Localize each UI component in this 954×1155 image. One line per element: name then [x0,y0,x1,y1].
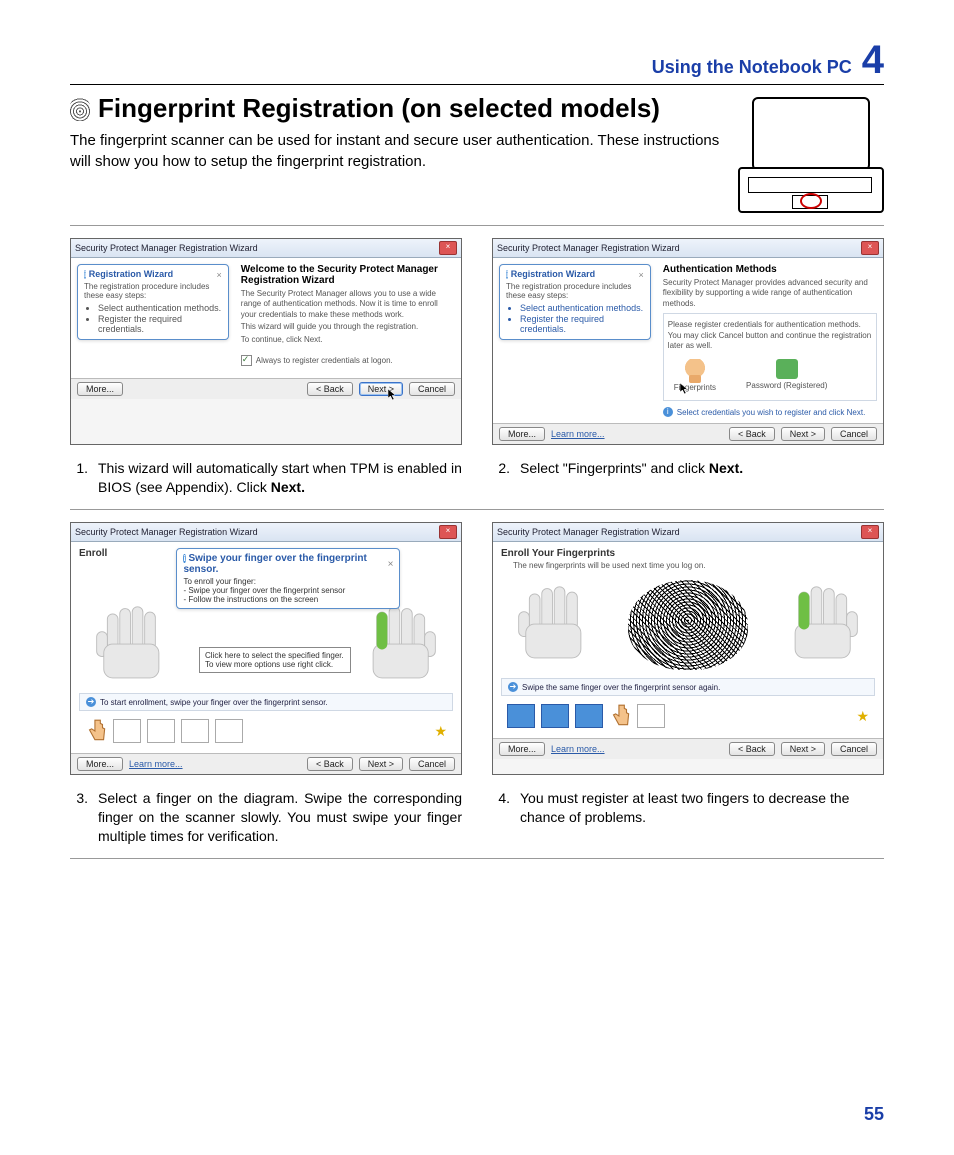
step-caption: 1. This wizard will automatically start … [70,459,462,497]
right-hand-diagram[interactable] [353,605,443,685]
finger-tooltip: Click here to select the specified finge… [199,647,351,673]
enroll-heading: Enroll [79,548,107,559]
learn-more-link[interactable]: Learn more... [551,744,605,754]
fingerprint-icon [685,359,705,381]
info-icon: i [84,270,86,279]
left-hand-diagram[interactable] [89,605,179,685]
swipe-callout: i Swipe your finger over the fingerprint… [176,548,400,609]
learn-more-link[interactable]: Learn more... [129,759,183,769]
back-button[interactable]: < Back [307,757,353,771]
wizard-step4: Security Protect Manager Registration Wi… [492,522,884,775]
close-icon[interactable]: × [217,270,222,280]
always-register-checkbox[interactable] [241,355,252,366]
step-caption: 2. Select "Fingerprints" and click Next. [492,459,884,497]
header-rule [70,84,884,85]
star-icon: ★ [856,708,869,725]
close-icon[interactable]: × [639,270,644,280]
next-button[interactable]: Next > [781,742,825,756]
divider [70,509,884,510]
wizard-step3: Security Protect Manager Registration Wi… [70,522,462,775]
cancel-button[interactable]: Cancel [831,742,877,756]
fingerprint-icon [70,97,90,121]
chapter-title: Using the Notebook PC [652,57,852,78]
window-title: Security Protect Manager Registration Wi… [75,527,258,537]
fingerprint-preview [628,580,748,670]
back-button[interactable]: < Back [307,382,353,396]
close-icon[interactable]: × [439,241,457,255]
enroll-subheading: The new fingerprints will be used next t… [513,561,875,570]
more-button[interactable]: More... [77,757,123,771]
fingerprints-option[interactable]: Fingerprints [674,359,716,392]
next-button[interactable]: Next > [359,382,403,396]
divider [70,225,884,226]
fingerprint-sensor-highlight [800,193,822,209]
close-icon[interactable]: × [861,241,879,255]
next-button[interactable]: Next > [781,427,825,441]
info-icon: ➔ [86,697,96,707]
close-icon[interactable]: × [861,525,879,539]
close-icon[interactable]: × [439,525,457,539]
chapter-number: 4 [862,40,884,80]
info-bar: ➔ Swipe the same finger over the fingerp… [501,678,875,696]
progress-slots: ★ [79,715,453,747]
enroll-heading: Enroll Your Fingerprints [501,548,875,559]
wizard-heading: Authentication Methods [663,264,877,275]
section-title-text: Fingerprint Registration (on selected mo… [98,93,660,124]
next-button[interactable]: Next > [359,757,403,771]
window-title: Security Protect Manager Registration Wi… [497,243,680,253]
wizard-step2: Security Protect Manager Registration Wi… [492,238,884,445]
more-button[interactable]: More... [499,427,545,441]
more-button[interactable]: More... [499,742,545,756]
wizard-step1: Security Protect Manager Registration Wi… [70,238,462,445]
wizard-heading: Welcome to the Security Protect Manager … [241,264,455,286]
window-title: Security Protect Manager Registration Wi… [497,527,680,537]
step-caption: 4. You must register at least two finger… [492,789,884,846]
hand-pointer-icon [609,703,631,729]
cursor-icon [680,383,690,395]
info-icon: i [663,407,673,417]
progress-slots: ★ [501,700,875,732]
learn-more-link[interactable]: Learn more... [551,429,605,439]
cancel-button[interactable]: Cancel [409,382,455,396]
info-bar: ➔ To start enrollment, swipe your finger… [79,693,453,711]
star-icon: ★ [434,723,447,740]
divider [70,858,884,859]
back-button[interactable]: < Back [729,742,775,756]
info-icon: i [183,554,185,563]
back-button[interactable]: < Back [729,427,775,441]
right-hand-diagram[interactable] [775,585,865,665]
more-button[interactable]: More... [77,382,123,396]
password-icon [776,359,798,379]
close-icon[interactable]: × [388,559,394,570]
page-number: 55 [864,1104,884,1125]
step-caption: 3. Select a finger on the diagram. Swipe… [70,789,462,846]
cancel-button[interactable]: Cancel [409,757,455,771]
window-title: Security Protect Manager Registration Wi… [75,243,258,253]
cursor-icon [388,389,398,401]
section-heading: Fingerprint Registration (on selected mo… [70,93,722,124]
registration-callout: i Registration Wizard × The registration… [499,264,651,340]
password-option[interactable]: Password (Registered) [746,359,827,392]
left-hand-diagram[interactable] [511,585,601,665]
registration-callout: i Registration Wizard × The registration… [77,264,229,340]
cancel-button[interactable]: Cancel [831,427,877,441]
section-intro: The fingerprint scanner can be used for … [70,130,722,172]
info-icon: i [506,270,508,279]
info-icon: ➔ [508,682,518,692]
laptop-illustration [734,93,884,213]
hand-pointer-icon [85,718,107,744]
